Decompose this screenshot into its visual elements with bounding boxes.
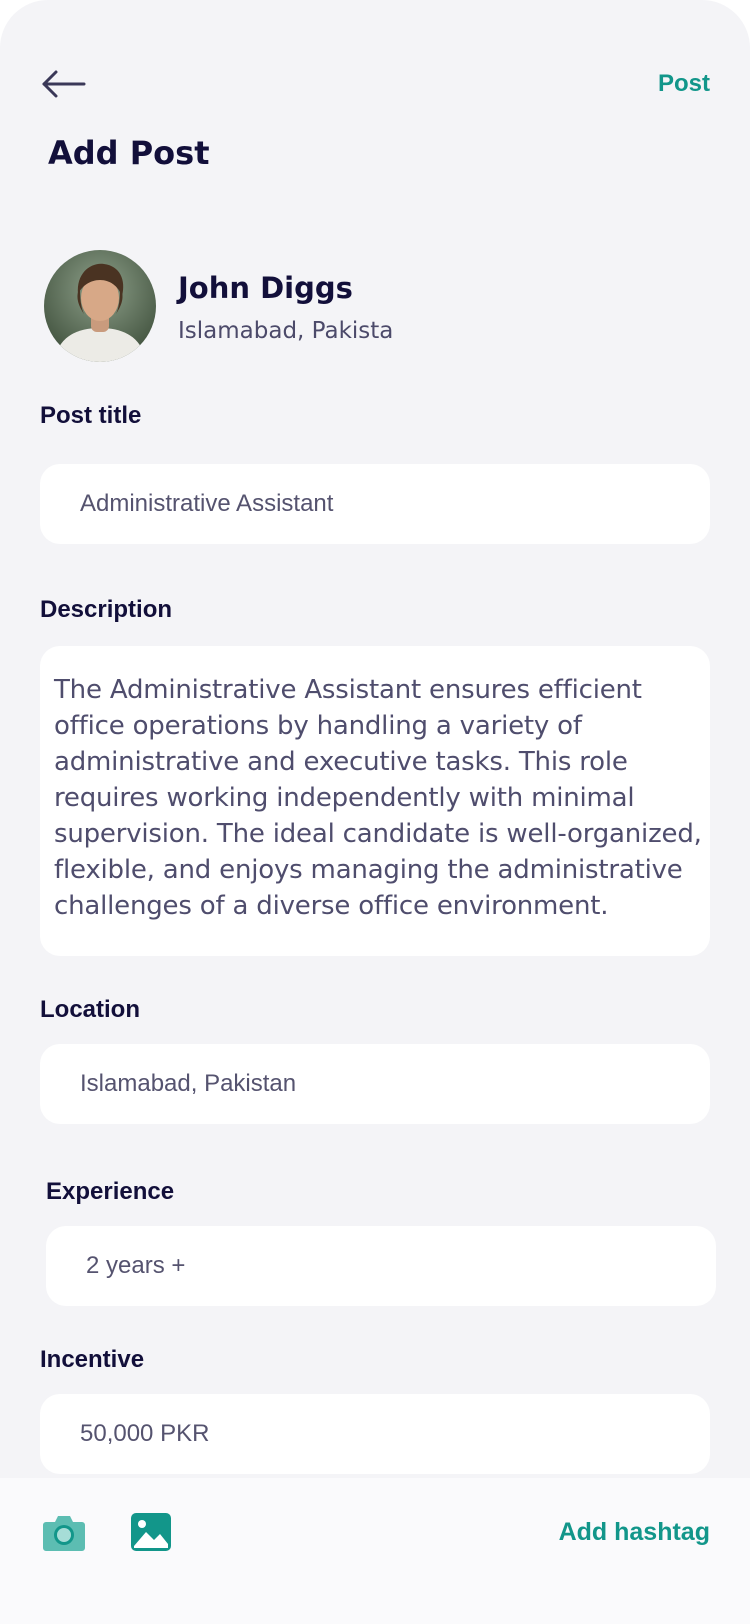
location-value: Islamabad, Pakistan — [80, 1070, 297, 1097]
back-arrow-icon[interactable] — [40, 66, 88, 102]
description-field[interactable]: The Administrative Assistant ensures eff… — [40, 646, 710, 956]
add-hashtag-button[interactable]: Add hashtag — [559, 1518, 710, 1547]
incentive-field[interactable]: 50,000 PKR — [40, 1394, 710, 1474]
experience-value: 2 years + — [86, 1252, 186, 1279]
description-label: Description — [40, 596, 173, 623]
post-button[interactable]: Post — [658, 70, 710, 98]
post-title-value: Administrative Assistant — [80, 490, 334, 517]
post-title-label: Post title — [40, 402, 142, 429]
incentive-value: 50,000 PKR — [80, 1420, 210, 1447]
location-field[interactable]: Islamabad, Pakistan — [40, 1044, 710, 1124]
author-location: Islamabad, Pakista — [178, 318, 394, 344]
add-post-screen: Post Add Post John Diggs Islamabad, Paki… — [0, 0, 750, 1624]
experience-field[interactable]: 2 years + — [46, 1226, 716, 1306]
description-value: The Administrative Assistant ensures eff… — [54, 675, 702, 921]
image-icon[interactable] — [130, 1512, 172, 1552]
camera-icon[interactable] — [42, 1512, 86, 1552]
location-label: Location — [40, 996, 140, 1023]
author-name: John Diggs — [178, 271, 353, 305]
bottom-toolbar: Add hashtag — [0, 1478, 750, 1624]
experience-label: Experience — [46, 1178, 175, 1205]
incentive-label: Incentive — [40, 1346, 145, 1373]
avatar — [44, 250, 156, 362]
page-title: Add Post — [48, 134, 210, 172]
post-title-field[interactable]: Administrative Assistant — [40, 464, 710, 544]
